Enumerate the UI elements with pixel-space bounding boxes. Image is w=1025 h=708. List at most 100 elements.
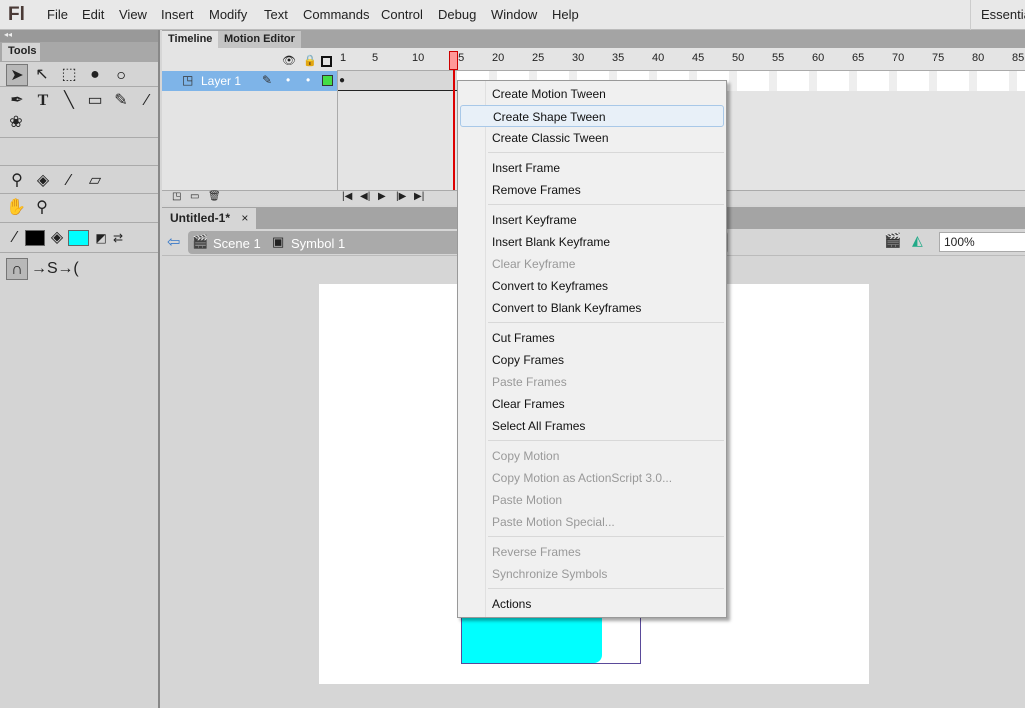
layer-row[interactable]: ◳ Layer 1 ✎ • • <box>162 71 337 91</box>
frame-ruler[interactable]: 1 5 10 15 20 25 30 35 40 45 50 55 60 65 70 75 80 85 <box>337 48 1025 71</box>
fill-color-icon: ◈ <box>50 229 64 246</box>
text-tool-icon[interactable]: T <box>32 90 54 112</box>
lock-dot[interactable]: • <box>306 73 310 87</box>
layer-name: Layer 1 <box>201 74 242 88</box>
document-tab[interactable]: Untitled-1* × <box>162 208 257 229</box>
menu-item-paste-frames: Paste Frames <box>492 375 567 389</box>
menu-control[interactable]: Control <box>381 7 423 22</box>
menu-edit[interactable]: Edit <box>82 7 104 22</box>
outline-icon[interactable] <box>321 56 332 67</box>
menu-item-cut-frames[interactable]: Cut Frames <box>460 327 724 349</box>
menu-item-copy-motion-as-actionscript-3-0: Copy Motion as ActionScript 3.0... <box>492 471 673 485</box>
playhead-handle[interactable] <box>449 51 458 70</box>
menu-item-create-motion-tween[interactable]: Create Motion Tween <box>460 83 724 105</box>
fill-color-swatch[interactable] <box>68 230 89 246</box>
delete-layer-icon[interactable]: 🗑 <box>208 191 221 202</box>
eye-icon[interactable]: 👁 <box>282 54 296 67</box>
first-frame-icon[interactable]: |◀ <box>342 191 352 202</box>
menu-file[interactable]: File <box>47 7 68 22</box>
menu-help[interactable]: Help <box>552 7 579 22</box>
menu-insert[interactable]: Insert <box>161 7 194 22</box>
breadcrumb-symbol[interactable]: Symbol 1 <box>291 236 345 251</box>
frame-marker <box>849 71 857 91</box>
collapse-panel-button[interactable]: ◂◂ <box>0 30 158 42</box>
frame-marker <box>729 71 737 91</box>
menu-view[interactable]: View <box>119 7 147 22</box>
menu-item-create-shape-tween[interactable]: Create Shape Tween <box>460 105 724 127</box>
menu-item-insert-keyframe[interactable]: Insert Keyframe <box>460 209 724 231</box>
menu-item-convert-to-blank-keyframes[interactable]: Convert to Blank Keyframes <box>460 297 724 319</box>
play-icon[interactable]: ▶ <box>378 191 386 202</box>
brush-tool-icon[interactable]: ⁄ <box>136 90 158 112</box>
edit-symbols-icon[interactable]: ◭ <box>912 232 923 249</box>
bone-tool-icon[interactable]: ⚲ <box>6 170 28 192</box>
step-forward-icon[interactable]: |▶ <box>396 191 406 202</box>
edit-scene-icon[interactable]: 🎬 <box>884 232 901 249</box>
selection-tool-icon[interactable]: ➤ <box>6 64 28 86</box>
new-layer-icon[interactable]: ◳ <box>172 191 181 202</box>
tools-panel: ◂◂ Tools ➤ ↖ ⬚ ● ဝ ✒ T ╲ ▭ ✎ ⁄ ❀ ⚲ ◈ ⁄ ▱… <box>0 30 160 708</box>
swap-colors-icon[interactable]: ⇄ <box>107 227 129 249</box>
menu-item-paste-motion: Paste Motion <box>492 493 563 507</box>
snap-to-objects-icon[interactable]: ∩ <box>6 258 28 280</box>
menu-window[interactable]: Window <box>491 7 537 22</box>
pen-tool-icon[interactable]: ✒ <box>6 90 28 112</box>
pencil-tool-icon[interactable]: ✎ <box>110 90 132 112</box>
menu-item-clear-frames[interactable]: Clear Frames <box>460 393 724 415</box>
smooth-icon[interactable]: →S <box>31 258 58 280</box>
menu-item-synchronize-symbols: Synchronize Symbols <box>492 567 608 581</box>
menu-modify[interactable]: Modify <box>209 7 247 22</box>
menu-separator <box>488 440 724 441</box>
workspace-switcher[interactable]: Essentials <box>970 0 1025 30</box>
tab-motion-editor[interactable]: Motion Editor <box>218 31 301 48</box>
last-frame-icon[interactable]: ▶| <box>414 191 424 202</box>
zoom-tool-icon[interactable]: ⚲ <box>31 197 53 219</box>
breadcrumb-scene[interactable]: Scene 1 <box>213 236 261 251</box>
menu-item-remove-frames[interactable]: Remove Frames <box>460 179 724 201</box>
menu-item-convert-to-keyframes[interactable]: Convert to Keyframes <box>460 275 724 297</box>
line-tool-icon[interactable]: ╲ <box>58 90 80 112</box>
tab-timeline[interactable]: Timeline <box>162 31 219 48</box>
menu-item-select-all-frames[interactable]: Select All Frames <box>460 415 724 437</box>
layer-outline-color[interactable] <box>322 75 333 86</box>
deco-tool-icon[interactable]: ❀ <box>5 112 27 134</box>
menu-item-actions[interactable]: Actions <box>460 593 724 615</box>
frame-marker <box>1009 71 1017 91</box>
playhead[interactable] <box>453 51 455 196</box>
paint-bucket-tool-icon[interactable]: ◈ <box>32 170 54 192</box>
ruler-label: 25 <box>532 52 545 64</box>
tools-tab[interactable]: Tools <box>2 43 40 61</box>
menu-item-create-classic-tween[interactable]: Create Classic Tween <box>460 127 724 149</box>
lasso-tool-icon[interactable]: ဝ <box>110 64 132 86</box>
back-arrow-icon[interactable]: ⇦ <box>167 232 180 252</box>
step-back-icon[interactable]: ◀| <box>360 191 370 202</box>
frame-span[interactable] <box>337 71 457 91</box>
stroke-color-swatch[interactable] <box>25 230 45 246</box>
new-folder-icon[interactable]: ▭ <box>190 191 199 202</box>
eraser-tool-icon[interactable]: ▱ <box>84 170 106 192</box>
ruler-label: 75 <box>932 52 945 64</box>
ruler-label: 20 <box>492 52 505 64</box>
menu-text[interactable]: Text <box>264 7 288 22</box>
menu-item-copy-frames[interactable]: Copy Frames <box>460 349 724 371</box>
frame-marker <box>769 71 777 91</box>
rectangle-tool-icon[interactable]: ▭ <box>84 90 106 112</box>
menu-item-insert-frame[interactable]: Insert Frame <box>460 157 724 179</box>
subselection-tool-icon[interactable]: ↖ <box>31 64 53 86</box>
menu-item-insert-blank-keyframe[interactable]: Insert Blank Keyframe <box>460 231 724 253</box>
free-transform-tool-icon[interactable]: ⬚ <box>58 64 80 86</box>
eyedropper-tool-icon[interactable]: ⁄ <box>58 170 80 192</box>
cyan-shape[interactable] <box>462 615 602 663</box>
lock-icon[interactable]: 🔒 <box>303 54 317 67</box>
layer-icon: ◳ <box>182 73 194 87</box>
visible-dot[interactable]: • <box>286 73 290 87</box>
symbol-bounding-box[interactable] <box>461 614 641 664</box>
close-icon[interactable]: × <box>241 211 248 225</box>
3d-rotation-tool-icon[interactable]: ● <box>84 64 106 86</box>
hand-tool-icon[interactable]: ✋ <box>5 197 27 219</box>
menu-commands[interactable]: Commands <box>303 7 369 22</box>
menu-debug[interactable]: Debug <box>438 7 476 22</box>
ruler-label: 85 <box>1012 52 1025 64</box>
straighten-icon[interactable]: →( <box>57 258 79 280</box>
zoom-field[interactable]: 100% <box>939 232 1025 252</box>
